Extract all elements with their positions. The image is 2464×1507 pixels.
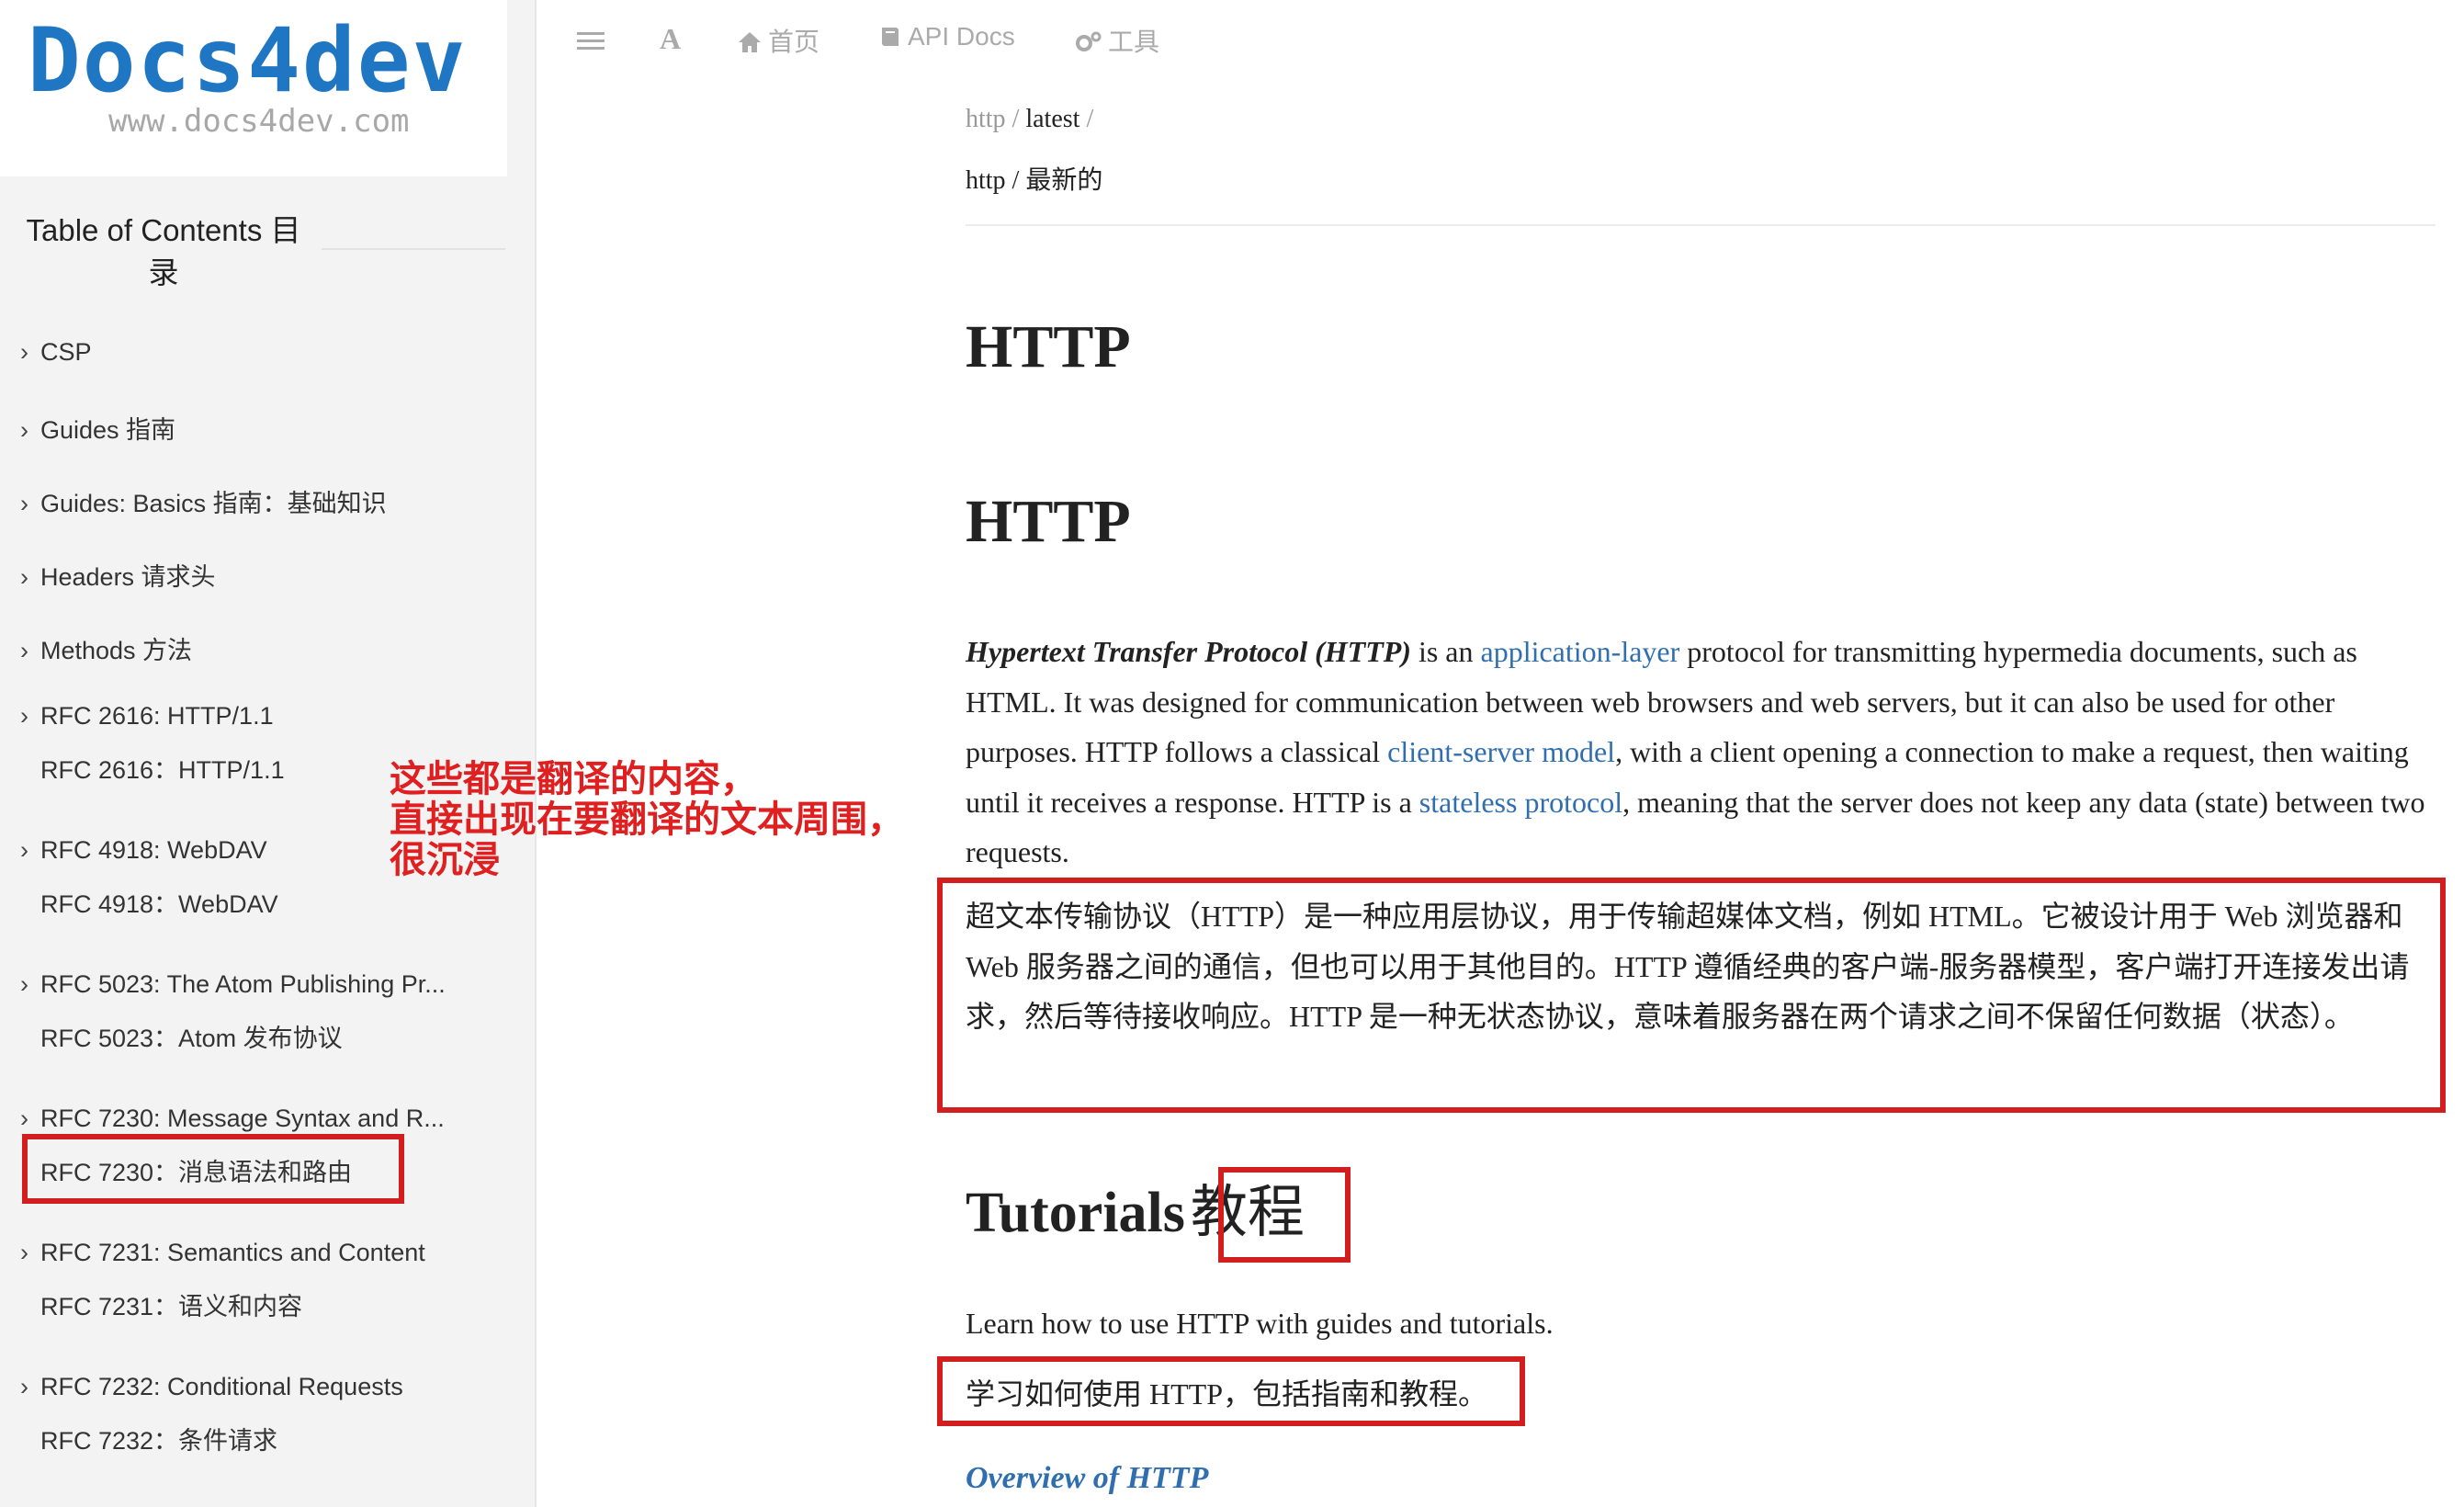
toc-item-label: Methods 方法 [40, 637, 193, 664]
toc-item-rfc2616-translation: RFC 2616：HTTP/1.1 [40, 756, 285, 784]
chevron-right-icon: › [20, 563, 28, 591]
chevron-right-icon: › [20, 970, 28, 998]
chevron-right-icon: › [20, 637, 28, 664]
home-icon [739, 32, 761, 52]
toc-item-label: RFC 2616: HTTP/1.1 [40, 702, 274, 730]
book-icon [882, 28, 899, 46]
tools-label: 工具 [1108, 28, 1160, 56]
toc-item-guides[interactable]: › Guides 指南 [20, 410, 175, 446]
chevron-right-icon: › [20, 1239, 28, 1266]
intro-text: is an [1410, 635, 1481, 668]
translation-highlight-box [937, 878, 2446, 1113]
toc-item-rfc7231-translation: RFC 7231：语义和内容 [40, 1293, 303, 1320]
menu-icon[interactable] [577, 26, 610, 55]
toc-item-rfc2616[interactable]: › RFC 2616: HTTP/1.1 [20, 702, 274, 731]
api-docs-label: API Docs [908, 22, 1015, 51]
chevron-right-icon: › [20, 490, 28, 517]
translation-highlight-box [1218, 1167, 1351, 1263]
chevron-right-icon: › [20, 836, 28, 864]
tutorials-heading-en: Tutorials [966, 1182, 1185, 1244]
breadcrumb-latest[interactable]: latest [1025, 105, 1079, 133]
api-docs-link[interactable]: API Docs [878, 22, 1015, 51]
toc-item-label: RFC 5023: The Atom Publishing Pr... [40, 970, 446, 998]
logo-subtitle: www.docs4dev.com [108, 103, 410, 140]
toc-item-rfc5023[interactable]: › RFC 5023: The Atom Publishing Pr... [20, 970, 446, 999]
logo[interactable]: Docs4dev www.docs4dev.com [0, 0, 507, 176]
chevron-right-icon: › [20, 338, 28, 366]
toc-item-rfc7230[interactable]: › RFC 7230: Message Syntax and R... [20, 1105, 445, 1133]
toc-item-rfc4918-translation: RFC 4918：WebDAV [40, 890, 278, 918]
tools-link[interactable]: 工具 [1075, 22, 1159, 59]
overview-link[interactable]: Overview of HTTP [966, 1461, 1208, 1496]
breadcrumb-http[interactable]: http [966, 105, 1006, 133]
toc-item-rfc7232[interactable]: › RFC 7232: Conditional Requests [20, 1373, 403, 1401]
toc-title: Table of Contents 目 录 [17, 210, 311, 294]
font-size-button[interactable]: A [660, 22, 681, 56]
translation-highlight-box [22, 1134, 404, 1204]
toc-item-rfc5023-translation: RFC 5023：Atom 发布协议 [40, 1025, 343, 1052]
divider [966, 224, 2436, 226]
annotation-note: 这些都是翻译的内容， 直接出现在要翻译的文本周围， 很沉浸 [390, 759, 904, 880]
toc-item-label: Guides 指南 [40, 416, 176, 444]
toc-title-line1: Table of Contents 目 [26, 213, 301, 247]
translation-highlight-box [937, 1356, 1525, 1426]
toc-item-label: RFC 7232: Conditional Requests [40, 1373, 403, 1400]
breadcrumb-separator: / [1012, 105, 1020, 133]
intro-paragraph: Hypertext Transfer Protocol (HTTP) is an… [966, 627, 2436, 878]
toc-item-rfc4918[interactable]: › RFC 4918: WebDAV [20, 836, 267, 865]
toc-title-line2: 录 [148, 255, 179, 289]
client-server-model-link[interactable]: client-server model [1387, 735, 1615, 768]
toc-item-csp[interactable]: › CSP [20, 338, 92, 367]
application-layer-link[interactable]: application-layer [1480, 635, 1679, 668]
toc-item-label: CSP [40, 338, 92, 366]
top-toolbar [537, 0, 2464, 79]
intro-strong: Hypertext Transfer Protocol (HTTP) [966, 635, 1411, 668]
chevron-right-icon: › [20, 702, 28, 730]
home-link[interactable]: 首页 [737, 22, 819, 59]
toc-item-label: Headers 请求头 [40, 563, 216, 591]
breadcrumb-translation: http / 最新的 [966, 166, 1103, 195]
home-label: 首页 [768, 28, 820, 56]
chevron-right-icon: › [20, 416, 28, 444]
page-title-translation: HTTP [966, 488, 1131, 555]
toc-item-rfc7232-translation: RFC 7232：条件请求 [40, 1427, 278, 1455]
toc-item-label: RFC 7230: Message Syntax and R... [40, 1105, 445, 1132]
toc-item-headers[interactable]: › Headers 请求头 [20, 557, 216, 593]
stateless-protocol-link[interactable]: stateless protocol [1419, 786, 1622, 819]
toc-item-guides-basics[interactable]: › Guides: Basics 指南：基础知识 [20, 483, 387, 519]
chevron-right-icon: › [20, 1373, 28, 1400]
breadcrumb-separator: / [1086, 105, 1094, 133]
toc-item-label: Guides: Basics 指南：基础知识 [40, 490, 387, 517]
page-title: HTTP [966, 313, 1131, 380]
tutorials-lead: Learn how to use HTTP with guides and tu… [966, 1307, 1554, 1340]
chevron-right-icon: › [20, 1105, 28, 1132]
logo-title: Docs4dev [28, 9, 468, 112]
toc-item-rfc7231[interactable]: › RFC 7231: Semantics and Content [20, 1239, 425, 1267]
sidebar: Docs4dev www.docs4dev.com Table of Conte… [0, 0, 537, 1507]
toc-item-label: RFC 4918: WebDAV [40, 836, 267, 864]
toc-item-methods[interactable]: › Methods 方法 [20, 630, 192, 666]
divider [322, 248, 505, 250]
gears-icon [1076, 31, 1102, 51]
toc-item-label: RFC 7231: Semantics and Content [40, 1239, 425, 1266]
breadcrumb: http / latest / [966, 105, 1093, 134]
